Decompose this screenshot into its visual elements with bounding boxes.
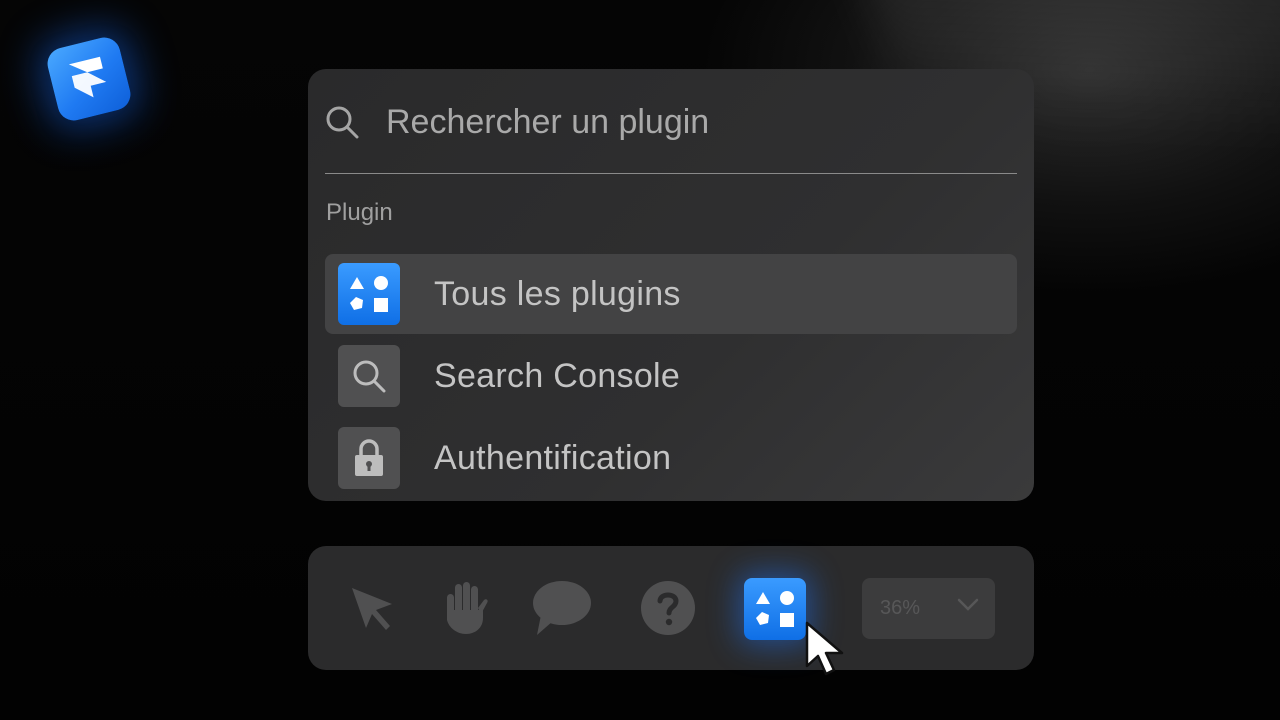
- plugins-tool-button[interactable]: [744, 578, 806, 640]
- zoom-dropdown[interactable]: 36%: [862, 578, 995, 639]
- search-input[interactable]: [386, 102, 1018, 142]
- canvas-background: Plugin Tous les plugins Search: [0, 0, 1280, 720]
- plugin-item-authentification[interactable]: Authentification: [325, 418, 1017, 498]
- search-bar: [324, 87, 1018, 157]
- hand-icon: [447, 582, 488, 634]
- shapes-icon: [756, 591, 794, 627]
- plugin-label: Search Console: [434, 356, 681, 395]
- divider: [325, 173, 1017, 174]
- plugin-label: Tous les plugins: [434, 274, 681, 313]
- select-tool-button[interactable]: [340, 576, 404, 640]
- lock-icon: [338, 427, 400, 489]
- help-tool-button[interactable]: [636, 576, 700, 640]
- app-logo-icon: [44, 34, 134, 124]
- pointer-icon: [352, 588, 392, 630]
- search-icon: [338, 345, 400, 407]
- shapes-icon: [338, 263, 400, 325]
- plugin-item-search-console[interactable]: Search Console: [325, 336, 1017, 416]
- section-label: Plugin: [326, 199, 393, 226]
- plugin-item-all-plugins[interactable]: Tous les plugins: [325, 254, 1017, 334]
- speech-bubble-icon: [533, 581, 591, 635]
- search-icon: [326, 106, 359, 139]
- question-icon: [641, 581, 695, 635]
- chevron-down-icon: [957, 598, 979, 611]
- hand-tool-button[interactable]: [432, 576, 496, 640]
- plugin-search-panel: Plugin Tous les plugins Search: [308, 69, 1034, 501]
- comment-tool-button[interactable]: [530, 576, 594, 640]
- plugin-label: Authentification: [434, 438, 672, 477]
- zoom-value: 36%: [880, 597, 921, 619]
- mouse-cursor-icon: [805, 621, 844, 676]
- bottom-toolbar: 36%: [308, 546, 1034, 670]
